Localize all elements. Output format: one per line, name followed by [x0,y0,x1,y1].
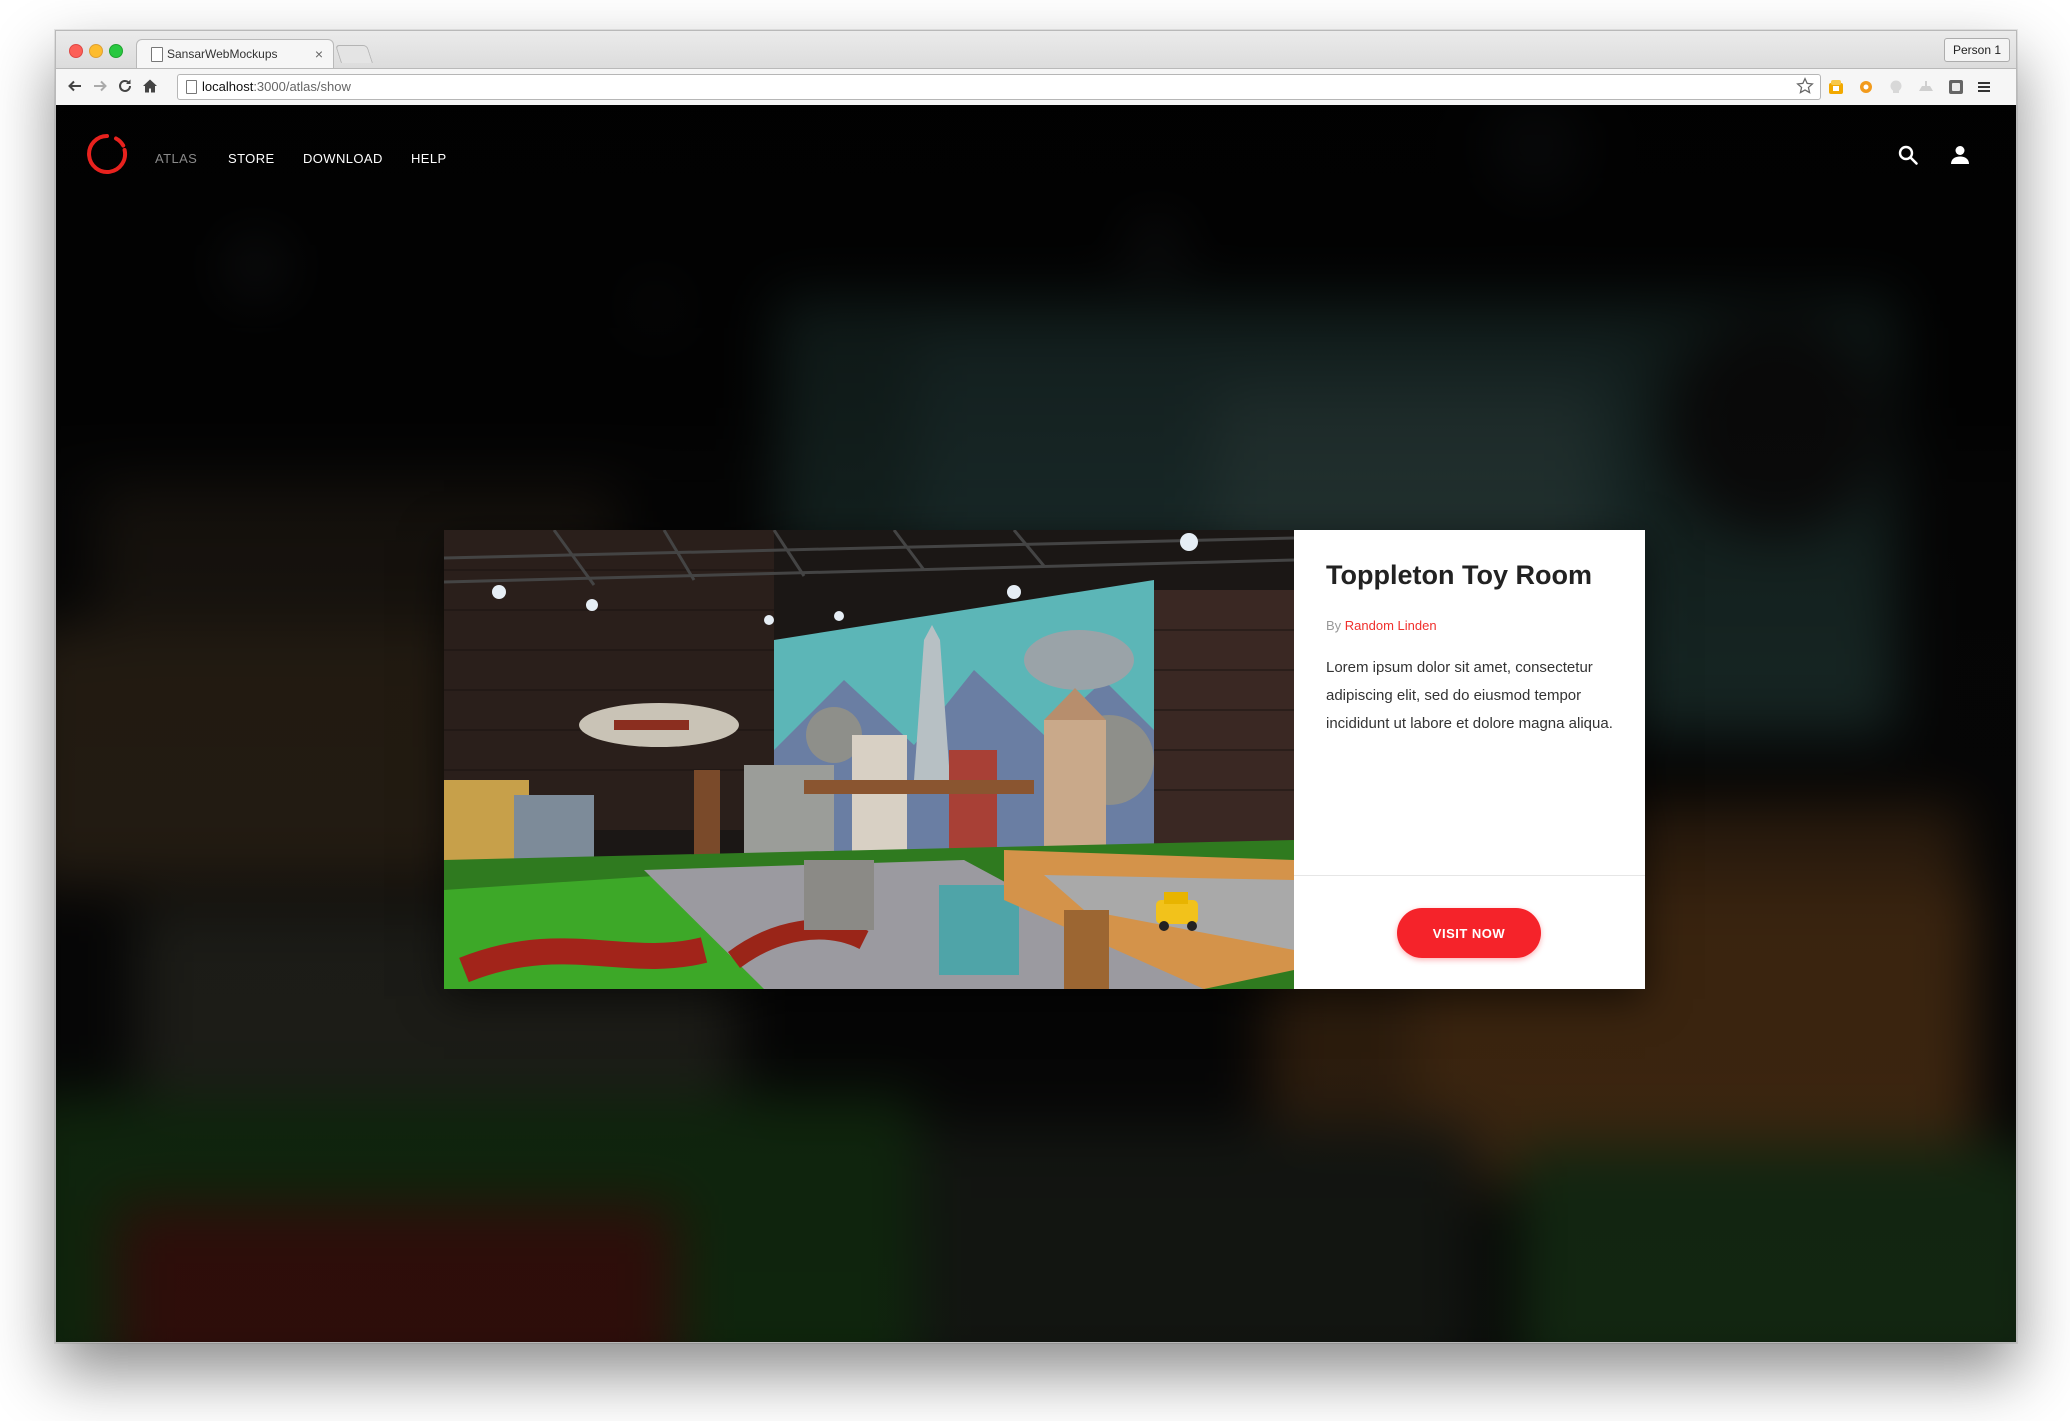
bookmark-star-icon[interactable] [1796,77,1814,100]
sansar-logo[interactable] [86,133,128,175]
site-header: ATLAS STORE DOWNLOAD HELP [56,105,2016,205]
browser-toolbar: localhost:3000/atlas/show [56,68,2016,106]
close-window-button[interactable] [69,44,83,58]
card-divider [1294,875,1645,876]
tab-close-icon[interactable]: × [315,45,323,63]
experience-description: Lorem ipsum dolor sit amet, consectetur … [1326,659,1613,732]
url-host: localhost [202,79,254,94]
tab-title: SansarWebMockups [167,47,278,61]
page-icon [186,80,197,94]
nav-atlas[interactable]: ATLAS [155,151,197,166]
zoom-window-button[interactable] [109,44,123,58]
visit-now-button[interactable]: VISIT NOW [1397,908,1541,958]
extension-icon[interactable] [1916,77,1936,97]
extension-icon[interactable] [1856,77,1876,97]
menu-icon[interactable] [1974,77,1994,97]
by-label: By [1326,618,1342,633]
web-page: ATLAS STORE DOWNLOAD HELP Toppleton Toy … [56,105,2016,1342]
nav-help[interactable]: HELP [411,151,447,166]
nav-download[interactable]: DOWNLOAD [303,151,383,166]
experience-card: Toppleton Toy Room By Random Linden Lore… [444,530,1645,989]
home-icon[interactable] [139,75,161,97]
address-bar[interactable]: localhost:3000/atlas/show [177,74,1821,100]
extension-icon[interactable] [1826,77,1846,97]
url-path: :3000/atlas/show [253,79,351,94]
experience-details: Toppleton Toy Room By Random Linden Lore… [1294,530,1645,989]
tab-strip: SansarWebMockups × Person 1 [56,31,2016,70]
minimize-window-button[interactable] [89,44,103,58]
back-icon[interactable] [64,75,86,97]
extension-icon[interactable] [1946,77,1966,97]
page-icon [151,47,163,62]
extension-icon[interactable] [1886,77,1906,97]
author-link[interactable]: Random Linden [1345,618,1437,633]
new-tab-button[interactable] [335,45,373,63]
url-text: localhost:3000/atlas/show [202,79,351,94]
experience-title: Toppleton Toy Room [1326,560,1592,590]
search-icon[interactable] [1894,141,1922,169]
experience-byline: By Random Linden [1326,618,1437,633]
nav-store[interactable]: STORE [228,151,275,166]
experience-preview-image[interactable] [444,530,1294,989]
reload-icon[interactable] [114,75,136,97]
browser-tab[interactable]: SansarWebMockups × [136,39,334,70]
account-icon[interactable] [1946,141,1974,169]
browser-window: SansarWebMockups × Person 1 localhost:30… [55,30,2017,1343]
forward-icon[interactable] [89,75,111,97]
profile-button[interactable]: Person 1 [1943,38,2010,62]
